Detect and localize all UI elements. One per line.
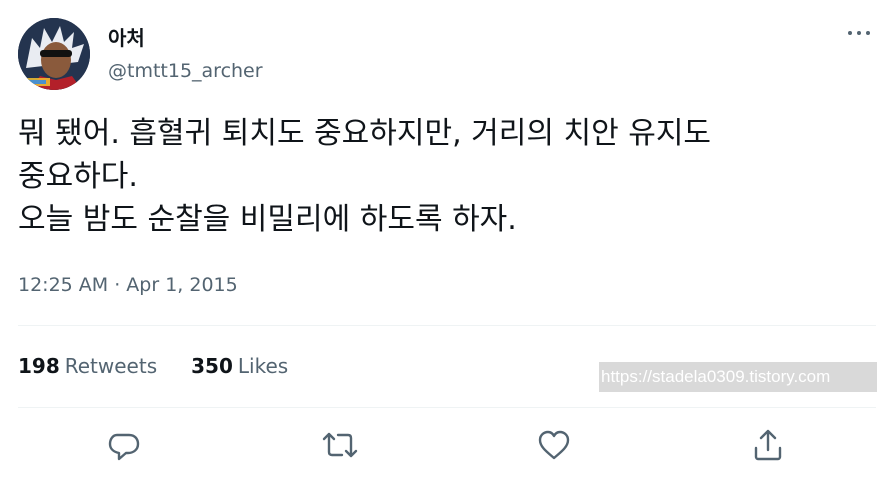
likes-stat[interactable]: 350 Likes [191, 354, 288, 378]
user-handle[interactable]: @tmtt15_archer [108, 60, 263, 82]
more-dot [857, 31, 861, 35]
more-icon[interactable] [844, 20, 874, 46]
tweet-timestamp[interactable]: 12:25 AM · Apr 1, 2015 [18, 274, 238, 296]
retweets-label: Retweets [64, 354, 158, 378]
likes-count: 350 [191, 354, 233, 378]
like-icon[interactable] [534, 425, 574, 465]
retweets-stat[interactable]: 198 Retweets [18, 354, 157, 378]
retweets-count: 198 [18, 354, 60, 378]
tweet-stats: 198 Retweets 350 Likes [18, 354, 322, 378]
divider [18, 407, 876, 408]
avatar-image [18, 18, 90, 90]
likes-label: Likes [237, 354, 289, 378]
share-icon[interactable] [748, 425, 788, 465]
watermark: https://stadela0309.tistory.com [599, 362, 877, 392]
more-dot [866, 31, 870, 35]
divider [18, 325, 876, 326]
avatar[interactable] [18, 18, 90, 90]
reply-icon[interactable] [104, 425, 144, 465]
display-name[interactable]: 아처 [108, 22, 145, 51]
more-dot [848, 31, 852, 35]
retweet-icon[interactable] [320, 425, 360, 465]
tweet-text: 뭐 됐어. 흡혈귀 퇴치도 중요하지만, 거리의 치안 유지도 중요하다. 오늘… [18, 116, 712, 237]
